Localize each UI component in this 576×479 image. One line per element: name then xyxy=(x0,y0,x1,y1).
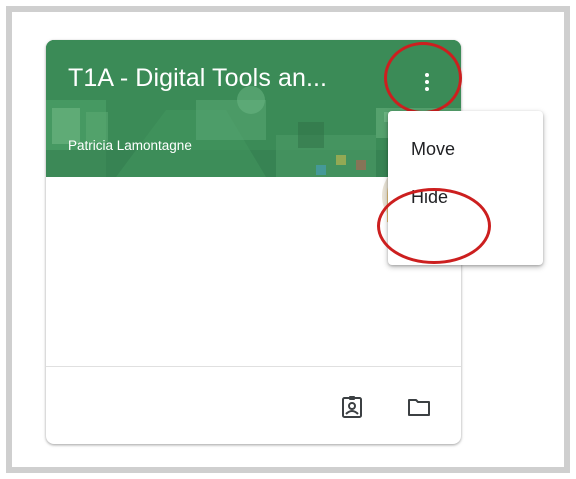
menu-item-move[interactable]: Move xyxy=(388,125,543,173)
teacher-name: Patricia Lamontagne xyxy=(68,138,192,153)
highlight-circle-hide xyxy=(377,188,491,264)
assignment-ind-icon[interactable] xyxy=(340,395,364,419)
card-footer xyxy=(46,366,461,444)
course-title[interactable]: T1A - Digital Tools an... xyxy=(68,64,327,93)
highlight-circle-more-button xyxy=(384,42,462,114)
folder-icon[interactable] xyxy=(407,395,431,419)
